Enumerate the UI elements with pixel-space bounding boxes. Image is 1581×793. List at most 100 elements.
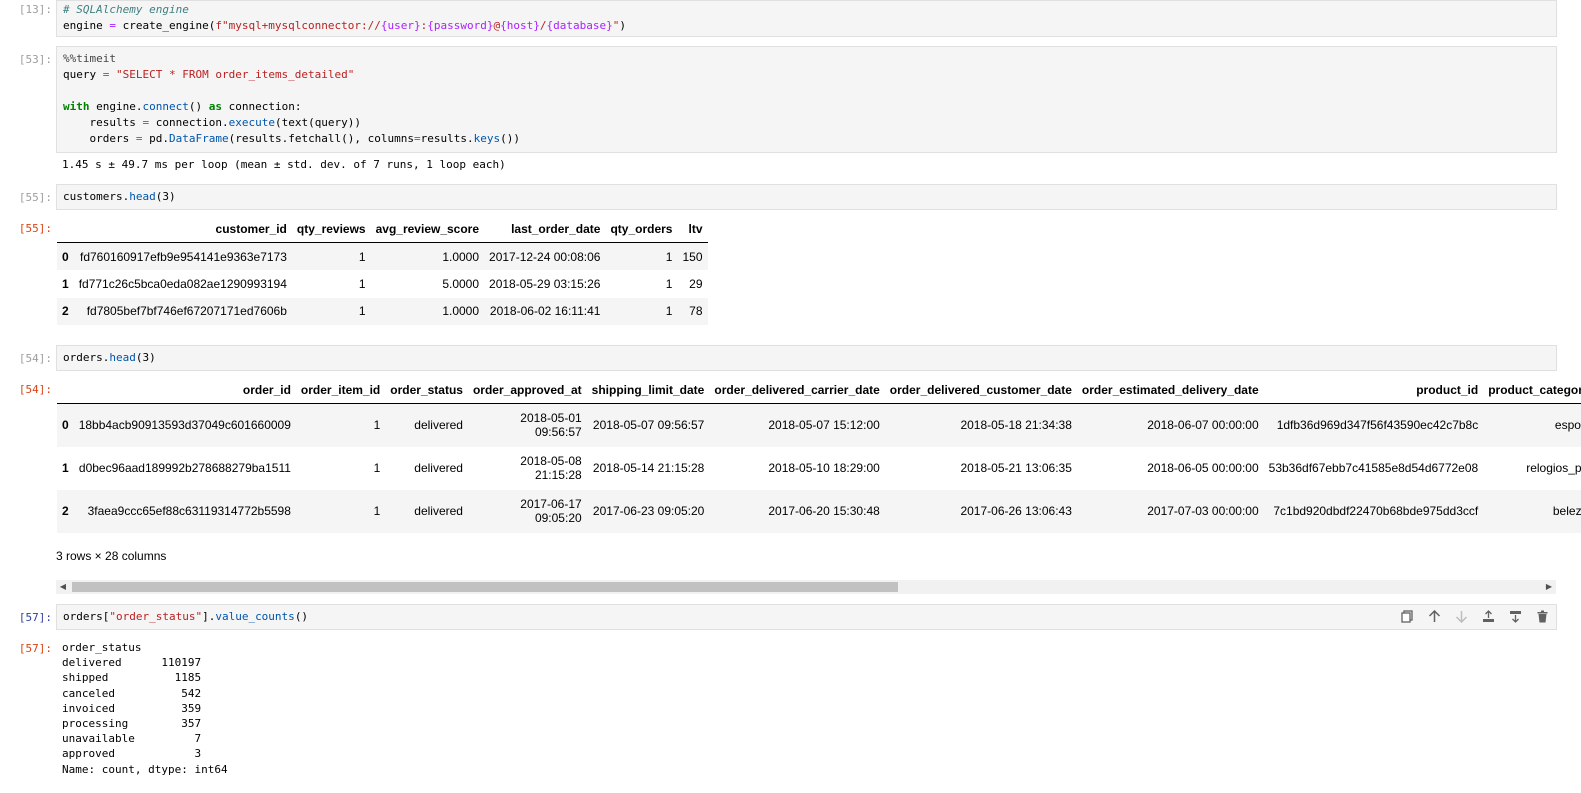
delete-icon[interactable] [1534,608,1551,625]
code-token: {database} [546,19,613,32]
code-token: execute [228,116,275,129]
code-token: connection: [221,100,302,113]
column-header: order_delivered_customer_date [884,377,1077,404]
table-cell: 1dfb36d969d347f56f43590ec42c7b8c [1276,418,1479,433]
row-index: 2 [62,504,69,518]
insert-below-icon[interactable] [1507,608,1524,625]
duplicate-icon[interactable] [1399,608,1416,625]
column-header: avg_review_score [370,216,485,243]
code-token: orders[ [63,610,110,623]
code-token: (results.fetchall(), columns [228,132,415,145]
code-token: head [129,190,156,203]
code-token: (3) [135,351,156,364]
code-token: with [63,100,90,113]
row-index: 0 [62,249,69,264]
code-token: = [109,19,116,32]
code-token: (3) [155,190,176,203]
table-cell: 53b36df67ebb7c41585e8d54d6772e08 [1268,461,1479,475]
value-counts-output: order_status delivered 110197 shipped 1185… [62,640,228,777]
code-token: %%timeit [63,52,116,65]
table-cell: 2017-07-03 00:00:00 [1147,504,1259,518]
table-cell: 1 [373,418,381,433]
code-token: / [539,19,547,32]
move-down-icon[interactable] [1453,608,1470,625]
table-cell: 78 [689,304,703,319]
table-cell: fd7805bef7bf746ef67207171ed7606b [86,304,287,319]
scrollbar-thumb[interactable] [72,582,898,592]
table-cell: 1 [665,249,673,264]
table-cell: 2018-05-14 21:15:28 [592,461,705,475]
table-cell: 2018-05-07 09:56:57 [592,418,705,433]
code-token: (text(query)) [274,116,362,129]
code-token: connect [142,100,189,113]
table-cell: 2018-06-05 00:00:00 [1147,461,1259,475]
output-prompt: [57]: [18,642,52,655]
table-cell: 1 [358,304,366,319]
output-line: processing 357 [62,717,202,731]
input-prompt: [57]: [18,611,52,624]
column-header: shipping_limit_date [586,377,710,404]
row-index: 1 [62,276,69,291]
output-line: unavailable 7 [62,732,202,746]
column-header: order_id [73,377,296,404]
table-cell: 18bb4acb90913593d37049c601660009 [78,418,291,433]
customers-dataframe: customer_id qty_reviews avg_review_score la… [57,216,708,325]
input-prompt: [55]: [18,191,52,204]
code-cell-55[interactable]: customers.head(3) [56,184,1557,210]
code-cell-54[interactable]: orders.head(3) [56,345,1557,371]
move-up-icon[interactable] [1426,608,1443,625]
scroll-left-icon[interactable]: ◀ [56,580,70,594]
table-cell: fd760160917efb9e954141e9363e7173 [80,249,287,264]
table-cell: 1 [373,461,381,475]
table-cell: relogios_presentes [1526,461,1581,475]
table-cell: 2017-06-17 09:05:20 [520,497,582,525]
code-token: {password} [427,19,494,32]
row-index: 0 [62,418,69,433]
output-prompt: [55]: [18,222,52,235]
column-header: order_item_id [295,377,386,404]
table-cell: fd771c26c5bca0eda082ae1290993194 [78,276,287,291]
code-cell-53[interactable]: %%timeit query = "SELECT * FROM order_it… [56,46,1557,153]
horizontal-scrollbar[interactable]: ◀ ▶ [56,580,1556,594]
table-cell: 2018-06-02 16:11:41 [489,304,601,319]
table-cell: 2018-05-21 13:06:35 [960,461,1072,475]
column-header [57,377,74,404]
scroll-right-icon[interactable]: ▶ [1542,580,1556,594]
code-token: connection. [149,116,229,129]
table-row: 0 18bb4acb90913593d37049c601660009 1 delive… [57,403,1581,447]
column-header: order_status [385,377,468,404]
input-prompt: [54]: [18,352,52,365]
dataframe-shape: 3 rows × 28 columns [56,549,167,563]
insert-above-icon[interactable] [1480,608,1497,625]
column-header: last_order_date [484,216,606,243]
table-cell: 1.0000 [442,304,480,319]
table-cell: 2018-05-29 03:15:26 [489,276,601,291]
code-cell-13[interactable]: # SQLAlchemy engine engine = create_engi… [56,0,1557,37]
table-cell: 1.0000 [442,249,480,264]
column-header: customer_id [73,216,292,243]
column-header: order_delivered_carrier_date [709,377,885,404]
notebook: [13]: # SQLAlchemy engine engine = creat… [0,0,1581,793]
code-token: () [188,100,209,113]
output-line: approved 3 [62,747,202,761]
input-prompt: [13]: [18,3,52,16]
output-line: invoiced 359 [62,701,202,715]
column-header: ltv [677,216,708,243]
input-prompt: [53]: [18,53,52,66]
code-token: f"mysql+mysqlconnector:// [215,19,381,32]
code-token: customers. [63,190,130,203]
code-token: results [63,116,143,129]
code-token: query [63,68,103,81]
table-cell: 150 [682,249,703,264]
code-token: DataFrame [168,132,229,145]
table-cell: 2017-06-23 09:05:20 [592,504,705,518]
code-token: pd. [142,132,169,145]
table-cell: 3faea9ccc65ef88c63119314772b5598 [87,504,291,518]
code-token: "order_status" [109,610,203,623]
code-token: value_counts [215,610,295,623]
row-index: 2 [62,304,69,319]
code-token: ]. [202,610,216,623]
output-line: delivered 110197 [62,656,202,670]
code-cell-57[interactable]: orders["order_status"].value_counts() [56,604,1557,630]
output-line: Name: count, dtype: int64 [62,762,228,776]
